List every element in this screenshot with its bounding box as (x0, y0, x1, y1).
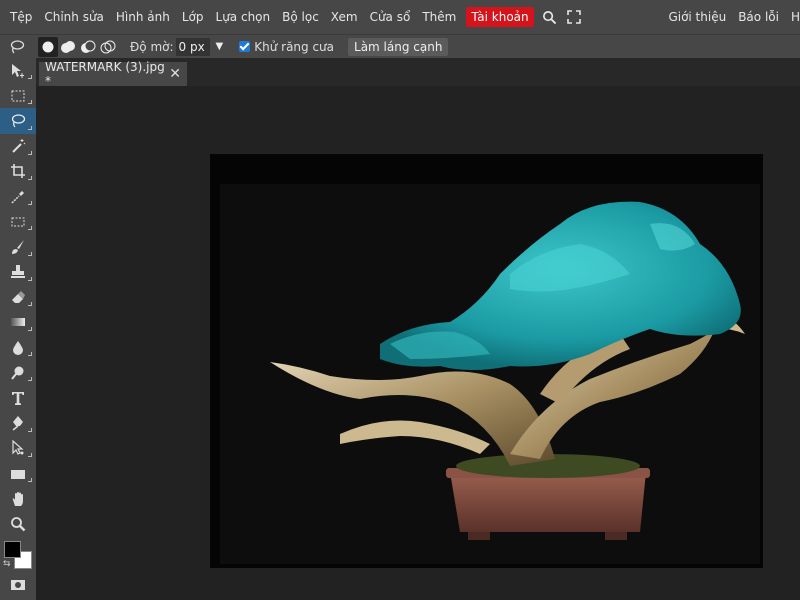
menu-edit[interactable]: Chỉnh sửa (38, 0, 110, 34)
checkbox-checked-icon (239, 41, 251, 52)
toolbox: ⇆ (0, 58, 36, 600)
menu-account[interactable]: Tài khoản (466, 7, 534, 27)
document-tab-title: WATERMARK (3).jpg * (45, 60, 165, 88)
options-bar: Độ mờ: ▼ Khử răng cưa Làm láng cạnh (0, 34, 800, 58)
document-tab[interactable]: WATERMARK (3).jpg * ✕ (39, 60, 187, 88)
fullscreen-icon[interactable] (562, 0, 586, 34)
spot-heal-tool-icon[interactable] (0, 209, 36, 234)
menu-report-bug[interactable]: Báo lỗi (732, 0, 785, 34)
feather-input[interactable] (175, 37, 210, 56)
foreground-color[interactable] (4, 540, 21, 558)
menu-about[interactable]: Giới thiệu (662, 0, 732, 34)
search-icon[interactable] (538, 0, 562, 34)
menu-more[interactable]: Thêm (416, 0, 462, 34)
magic-wand-tool-icon[interactable] (0, 134, 36, 159)
selection-subtract-icon[interactable] (78, 37, 98, 57)
zoom-tool-icon[interactable] (0, 511, 36, 536)
menu-bar: Tệp Chỉnh sửa Hình ảnh Lớp Lựa chọn Bộ l… (0, 0, 800, 34)
lasso-icon (6, 36, 28, 58)
close-icon[interactable]: ✕ (169, 66, 181, 82)
selection-new-icon[interactable] (38, 36, 58, 57)
feather-dropdown-icon[interactable]: ▼ (216, 41, 224, 52)
menu-h[interactable]: H (785, 0, 800, 34)
feather-label: Độ mờ: (130, 39, 174, 54)
menu-filter[interactable]: Bộ lọc (276, 0, 325, 34)
workspace (36, 86, 800, 600)
selection-intersect-icon[interactable] (98, 37, 118, 57)
antialias-label: Khử răng cưa (254, 39, 335, 54)
bonsai-image (210, 154, 763, 568)
antialias-checkbox[interactable]: Khử răng cưa (239, 40, 334, 54)
menu-image[interactable]: Hình ảnh (110, 0, 176, 34)
color-swatches: ⇆ (0, 537, 36, 573)
eyedropper-tool-icon[interactable] (0, 184, 36, 209)
brush-tool-icon[interactable] (0, 234, 36, 259)
swap-colors-icon[interactable]: ⇆ (3, 559, 11, 569)
pen-tool-icon[interactable] (0, 411, 36, 436)
menu-layer[interactable]: Lớp (176, 0, 210, 34)
menu-view[interactable]: Xem (325, 0, 364, 34)
quick-mask-icon[interactable] (0, 573, 36, 598)
document-tab-bar: WATERMARK (3).jpg * ✕ (36, 58, 800, 88)
crop-tool-icon[interactable] (0, 159, 36, 184)
clone-stamp-tool-icon[interactable] (0, 260, 36, 285)
text-tool-icon[interactable] (0, 385, 36, 410)
dodge-tool-icon[interactable] (0, 360, 36, 385)
move-tool-icon[interactable] (0, 58, 36, 83)
menu-window[interactable]: Cửa sổ (364, 0, 417, 34)
blur-tool-icon[interactable] (0, 335, 36, 360)
image-canvas[interactable] (210, 154, 763, 568)
shape-tool-icon[interactable] (0, 461, 36, 486)
selection-add-icon[interactable] (58, 37, 78, 57)
refine-edge-button[interactable]: Làm láng cạnh (348, 37, 449, 56)
menu-select[interactable]: Lựa chọn (210, 0, 277, 34)
rect-select-tool-icon[interactable] (0, 83, 36, 108)
gradient-tool-icon[interactable] (0, 310, 36, 335)
hand-tool-icon[interactable] (0, 486, 36, 511)
lasso-tool-icon[interactable] (0, 108, 36, 134)
menu-file[interactable]: Tệp (4, 0, 38, 34)
path-select-tool-icon[interactable] (0, 436, 36, 461)
eraser-tool-icon[interactable] (0, 285, 36, 310)
